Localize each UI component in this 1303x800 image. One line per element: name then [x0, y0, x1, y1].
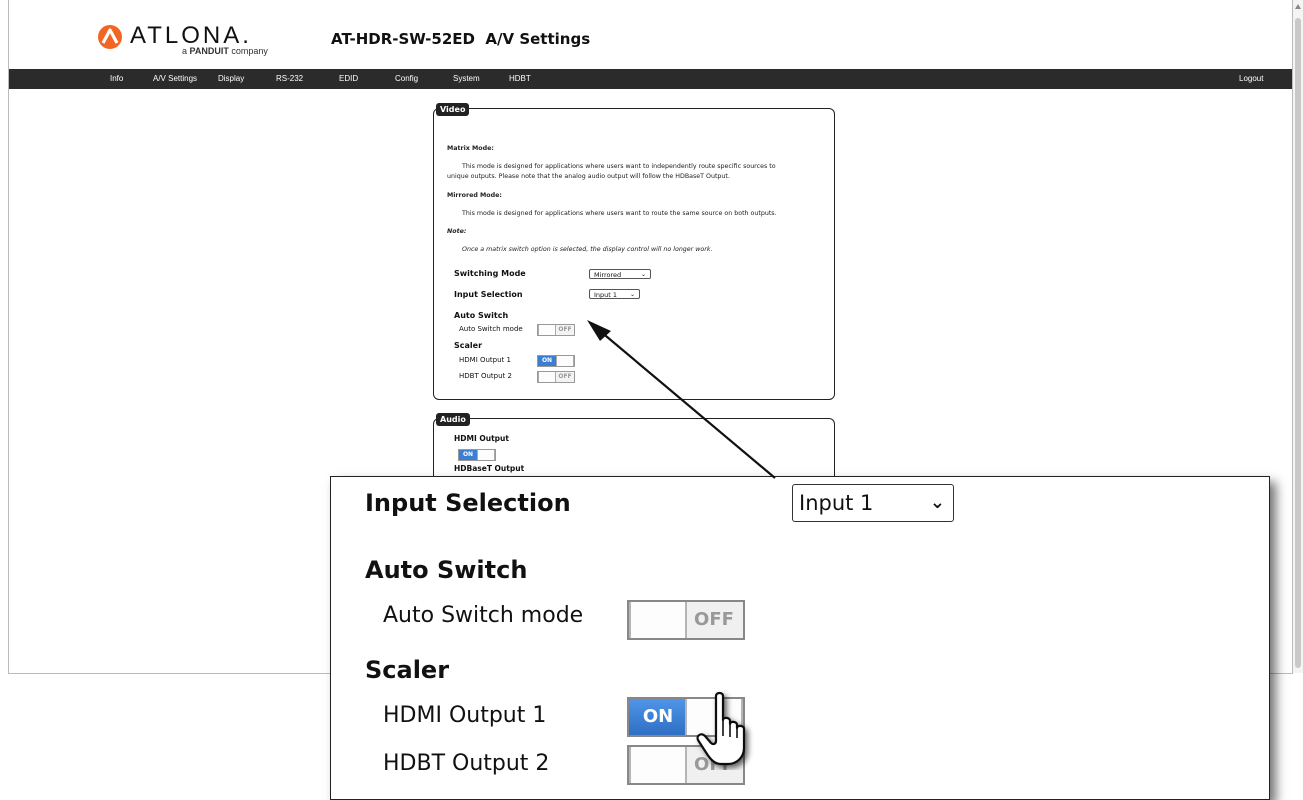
zoom-input-selection-value: Input 1: [799, 491, 874, 515]
nav-item-display[interactable]: Display: [218, 74, 244, 83]
zoom-hdmi-output-1-toggle-state: ON: [629, 699, 687, 735]
logout-link[interactable]: Logout: [1239, 74, 1263, 83]
audio-hdmi-output-toggle[interactable]: ON: [458, 449, 496, 461]
zoom-hdbt-output-2-label: HDBT Output 2: [383, 751, 550, 776]
auto-switch-toggle[interactable]: OFF: [537, 324, 575, 336]
toggle-knob: [629, 747, 687, 783]
scrollbar-thumb[interactable]: [1295, 18, 1301, 668]
zoom-scaler-label: Scaler: [365, 656, 450, 684]
chevron-down-icon: ⌄: [629, 291, 635, 298]
chevron-down-icon: ⌄: [929, 492, 945, 513]
note-title: Note:: [447, 228, 467, 235]
nav-item-system[interactable]: System: [453, 74, 480, 83]
matrix-mode-desc-1: This mode is designed for applications w…: [462, 163, 776, 170]
nav-item-edid[interactable]: EDID: [339, 74, 358, 83]
toggle-knob: [538, 325, 556, 335]
hdmi-output-1-toggle-state: ON: [538, 356, 556, 366]
toggle-knob: [538, 372, 556, 382]
zoom-input-selection-select[interactable]: Input 1 ⌄: [792, 484, 954, 522]
nav-item-config[interactable]: Config: [395, 74, 418, 83]
matrix-mode-desc-2: unique outputs. Please note that the ana…: [447, 173, 730, 180]
vertical-scrollbar[interactable]: [1293, 0, 1303, 673]
toggle-knob: [629, 602, 687, 638]
logo-sub-prefix: a: [182, 46, 190, 56]
atlona-logo: ATLONA. a PANDUIT company: [96, 22, 276, 56]
nav-item-rs232[interactable]: RS-232: [276, 74, 303, 83]
input-selection-label: Input Selection: [454, 290, 523, 299]
nav-item-av-settings[interactable]: A/V Settings: [153, 74, 197, 83]
switching-mode-select[interactable]: Mirrored ⌄: [589, 269, 651, 279]
chevron-down-icon: ⌄: [640, 271, 646, 278]
input-selection-value: Input 1: [594, 291, 618, 299]
nav-item-hdbt[interactable]: HDBT: [509, 74, 531, 83]
logo-sub-suffix: company: [228, 46, 268, 56]
switching-mode-label: Switching Mode: [454, 269, 526, 278]
note-desc: Once a matrix switch option is selected,…: [462, 246, 713, 253]
auto-switch-mode-label: Auto Switch mode: [459, 325, 523, 333]
zoom-auto-switch-label: Auto Switch: [365, 556, 528, 584]
hdbt-output-2-toggle[interactable]: OFF: [537, 371, 575, 383]
atlona-logo-mark-icon: [98, 25, 122, 49]
hdbt-output-2-label: HDBT Output 2: [459, 372, 512, 380]
video-legend: Video: [436, 103, 470, 116]
auto-switch-toggle-state: OFF: [556, 325, 574, 335]
toggle-knob: [477, 450, 495, 460]
input-selection-select[interactable]: Input 1 ⌄: [589, 289, 640, 299]
mirrored-mode-title: Mirrored Mode:: [447, 192, 502, 199]
auto-switch-label: Auto Switch: [454, 311, 509, 320]
zoom-auto-switch-toggle[interactable]: OFF: [627, 600, 745, 640]
zoom-auto-switch-toggle-state: OFF: [685, 602, 743, 638]
audio-hdmi-output-label: HDMI Output: [454, 434, 509, 443]
scroll-up-arrow-icon[interactable]: [1295, 4, 1301, 9]
zoom-auto-switch-mode-label: Auto Switch mode: [383, 603, 584, 628]
video-panel: Video Matrix Mode: This mode is designed…: [433, 103, 835, 400]
zoom-input-selection-label: Input Selection: [365, 489, 571, 517]
scaler-label: Scaler: [454, 341, 483, 350]
switching-mode-value: Mirrored: [594, 271, 622, 279]
page-title: AT-HDR-SW-52ED A/V Settings: [331, 30, 591, 48]
logo-subtitle: a PANDUIT company: [182, 46, 268, 56]
audio-hdbaset-output-label: HDBaseT Output: [454, 464, 525, 473]
hand-pointer-cursor-icon: [696, 691, 746, 766]
hdmi-output-1-label: HDMI Output 1: [459, 356, 511, 364]
nav-item-info[interactable]: Info: [110, 74, 123, 83]
top-navbar: Info A/V Settings Display RS-232 EDID Co…: [9, 69, 1292, 89]
audio-hdmi-output-toggle-state: ON: [459, 450, 477, 460]
audio-legend: Audio: [436, 413, 470, 426]
hdbt-output-2-toggle-state: OFF: [556, 372, 574, 382]
zoom-hdmi-output-1-label: HDMI Output 1: [383, 703, 547, 728]
zoom-callout: Input Selection Input 1 ⌄ Auto Switch Aut…: [330, 476, 1270, 800]
matrix-mode-title: Matrix Mode:: [447, 145, 494, 152]
logo-sub-brand: PANDUIT: [189, 46, 229, 56]
mirrored-mode-desc: This mode is designed for applications w…: [462, 210, 777, 217]
toggle-knob: [556, 356, 574, 366]
hdmi-output-1-toggle[interactable]: ON: [537, 355, 575, 367]
